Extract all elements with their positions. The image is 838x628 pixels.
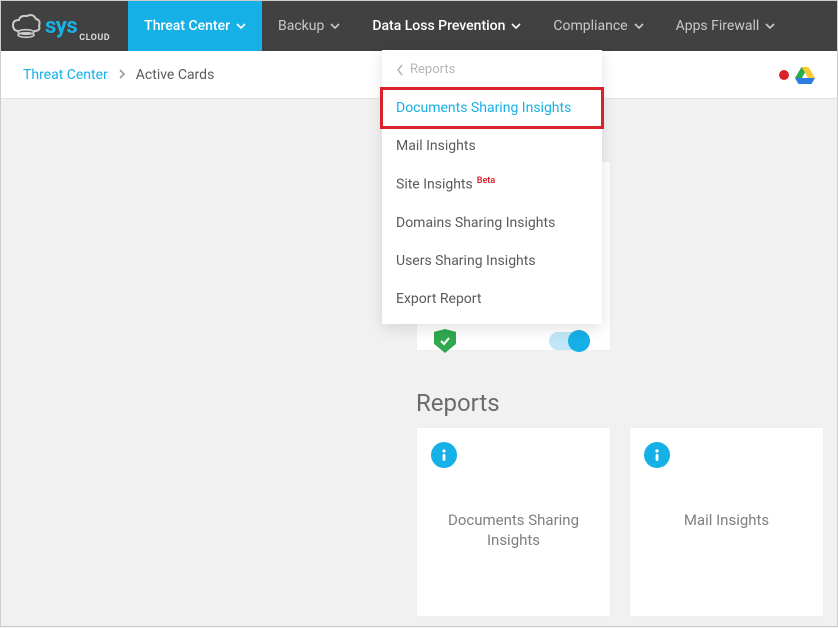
- report-card-title: Mail Insights: [644, 510, 809, 530]
- dropdown-item-label: Mail Insights: [396, 138, 476, 154]
- breadcrumb-root[interactable]: Threat Center: [23, 67, 108, 83]
- dropdown-item-label: Export Report: [396, 291, 481, 307]
- dropdown-item-label: Users Sharing Insights: [396, 253, 536, 269]
- chevron-down-icon: [330, 23, 340, 29]
- card-controls: [434, 329, 589, 353]
- toggle-knob: [568, 330, 590, 352]
- brand-sub-text: CLOUD: [79, 33, 110, 43]
- dropdown-header-label: Reports: [410, 62, 455, 77]
- top-navbar: sys CLOUD Threat Center Backup Data Loss…: [1, 1, 837, 51]
- brand-text: sys: [45, 14, 77, 39]
- nav-compliance-label: Compliance: [553, 18, 627, 34]
- report-card-list: Documents Sharing Insights Mail Insights: [416, 427, 824, 617]
- report-card-mail-insights[interactable]: Mail Insights: [629, 427, 824, 617]
- nav-backup-label: Backup: [278, 18, 324, 34]
- chevron-down-icon: [634, 23, 644, 29]
- beta-badge: Beta: [477, 176, 495, 186]
- chevron-left-icon: [396, 64, 404, 76]
- nav-threat-center-label: Threat Center: [144, 18, 230, 34]
- breadcrumb-current: Active Cards: [136, 67, 215, 83]
- dropdown-back[interactable]: Reports: [382, 50, 602, 89]
- dropdown-item-domains-sharing-insights[interactable]: Domains Sharing Insights: [382, 204, 602, 242]
- dropdown-item-site-insights[interactable]: Site Insights Beta: [382, 165, 602, 204]
- nav-threat-center[interactable]: Threat Center: [128, 1, 262, 51]
- reports-heading: Reports: [416, 389, 500, 417]
- toggle-switch[interactable]: [549, 332, 589, 350]
- nav-compliance[interactable]: Compliance: [537, 1, 659, 51]
- google-drive-icon[interactable]: [795, 66, 815, 84]
- report-card-documents-sharing[interactable]: Documents Sharing Insights: [416, 427, 611, 617]
- report-card-title: Documents Sharing Insights: [431, 510, 596, 551]
- chevron-down-icon: [236, 23, 246, 29]
- status-dot-red: [779, 70, 789, 80]
- dropdown-item-label: Documents Sharing Insights: [396, 100, 571, 116]
- dlp-dropdown: Reports Documents Sharing Insights Mail …: [382, 50, 602, 324]
- dropdown-item-export-report[interactable]: Export Report: [382, 280, 602, 318]
- shield-check-icon: [434, 329, 456, 353]
- chevron-down-icon: [765, 23, 775, 29]
- chevron-down-icon: [511, 23, 521, 29]
- info-icon: [644, 442, 670, 468]
- dropdown-item-mail-insights[interactable]: Mail Insights: [382, 127, 602, 165]
- nav-dlp[interactable]: Data Loss Prevention: [356, 1, 537, 51]
- status-icons: [779, 66, 815, 84]
- breadcrumb: Threat Center Active Cards: [23, 67, 214, 83]
- dropdown-item-documents-sharing-insights[interactable]: Documents Sharing Insights: [382, 89, 602, 127]
- dropdown-item-label: Site Insights: [396, 177, 473, 193]
- dropdown-item-label: Domains Sharing Insights: [396, 215, 555, 231]
- info-icon: [431, 442, 457, 468]
- nav-apps-firewall[interactable]: Apps Firewall: [660, 1, 792, 51]
- chevron-right-icon: [118, 67, 126, 83]
- cloud-icon: [11, 13, 41, 39]
- nav-apps-firewall-label: Apps Firewall: [676, 18, 760, 34]
- dropdown-item-users-sharing-insights[interactable]: Users Sharing Insights: [382, 242, 602, 280]
- nav-dlp-label: Data Loss Prevention: [372, 18, 505, 34]
- brand-logo[interactable]: sys CLOUD: [1, 1, 128, 51]
- nav-backup[interactable]: Backup: [262, 1, 356, 51]
